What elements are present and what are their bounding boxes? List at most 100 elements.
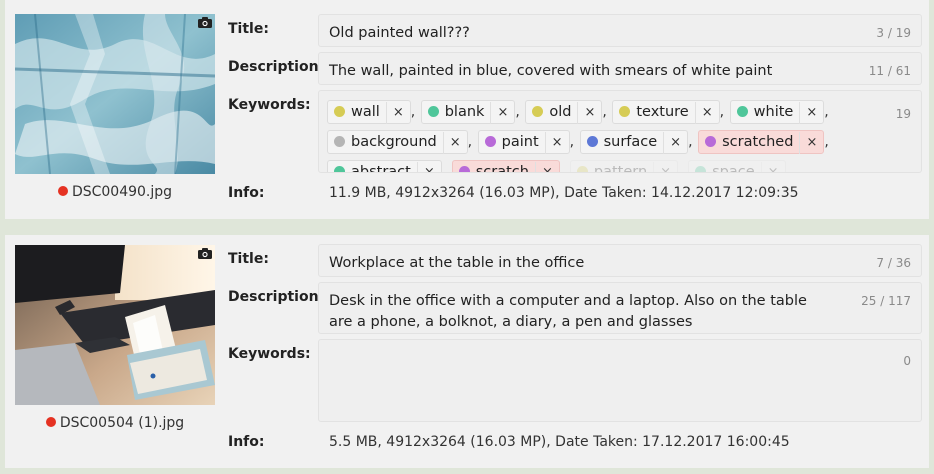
keyword-chip[interactable]: paint × — [477, 130, 570, 154]
keyword-separator: , — [515, 104, 520, 120]
keywords-label: Keywords: — [228, 97, 311, 113]
keyword-separator: , — [569, 134, 575, 150]
remove-keyword-icon[interactable]: × — [490, 102, 514, 124]
keyword-separator: , — [559, 164, 565, 173]
description-input[interactable]: Desk in the office with a computer and a… — [329, 291, 829, 333]
keyword-text: white — [753, 104, 794, 120]
description-char-count: 25 / 117 — [861, 294, 911, 308]
keyword-color-dot — [334, 166, 345, 172]
keyword-chip[interactable]: texture × — [612, 100, 720, 124]
keyword-color-dot — [484, 136, 496, 147]
keyword-text: paint — [501, 134, 539, 150]
remove-keyword-icon[interactable]: × — [544, 132, 569, 154]
remove-keyword-icon[interactable]: × — [534, 162, 559, 172]
keyword-chip[interactable]: blank × — [420, 100, 516, 124]
remove-keyword-icon[interactable]: × — [577, 102, 601, 124]
keyword-chip[interactable]: abstract × — [327, 160, 442, 173]
keyword-separator: , — [441, 164, 447, 173]
remove-keyword-icon[interactable]: × — [799, 132, 823, 154]
description-label: Description: — [228, 59, 325, 75]
status-dot — [45, 417, 56, 427]
keyword-separator: , — [678, 164, 683, 173]
info-label: Info: — [228, 185, 265, 201]
keywords-field[interactable]: 0 — [318, 339, 922, 422]
title-input[interactable]: Old painted wall??? — [329, 23, 829, 44]
remove-keyword-icon[interactable]: × — [653, 162, 677, 172]
keyword-list: wall ×, blank ×, old ×, texture ×, white × ,backgr… — [327, 98, 887, 173]
keyword-separator: , — [688, 134, 693, 150]
keyword-text: scratch — [475, 164, 529, 173]
description-input[interactable]: The wall, painted in blue, covered with … — [329, 61, 829, 82]
keyword-color-dot — [334, 136, 345, 147]
keyword-text: background — [351, 134, 437, 150]
office-desk-photo — [15, 245, 215, 405]
keyword-chip[interactable]: scratch × — [451, 160, 560, 173]
remove-keyword-icon[interactable]: × — [799, 102, 823, 124]
info-label: Info: — [228, 434, 265, 450]
keyword-chip[interactable]: space × — [688, 160, 786, 173]
status-dot — [57, 186, 68, 196]
camera-icon — [198, 17, 212, 28]
thumbnail-image[interactable] — [15, 14, 215, 174]
keyword-text: blank — [444, 104, 485, 120]
filename-label: DSC00504 (1).jpg — [5, 415, 225, 431]
keyword-chip[interactable]: white × — [729, 100, 825, 124]
keywords-label: Keywords: — [228, 346, 311, 362]
description-char-count: 11 / 61 — [868, 64, 911, 78]
keyword-color-dot — [705, 136, 717, 147]
keyword-color-dot — [619, 106, 631, 117]
keyword-chip[interactable]: scratched × — [698, 130, 825, 154]
keyword-color-dot — [458, 166, 470, 172]
keyword-color-dot — [695, 166, 707, 172]
description-label: Description: — [228, 289, 325, 305]
thumbnail-image[interactable] — [15, 245, 215, 405]
keyword-chip[interactable]: wall × — [327, 100, 411, 124]
keywords-count: 19 — [895, 107, 911, 121]
remove-keyword-icon[interactable]: × — [385, 102, 410, 124]
info-text: 5.5 MB, 4912x3264 (16.03 MP), Date Taken… — [329, 434, 790, 450]
keywords-field[interactable]: wall ×, blank ×, old ×, texture ×, white × ,backgr… — [318, 90, 922, 173]
keyword-separator: , — [785, 164, 790, 173]
keyword-color-dot — [576, 166, 588, 172]
keyword-separator: , — [410, 104, 416, 120]
title-char-count: 3 / 19 — [876, 26, 911, 40]
remove-keyword-icon[interactable]: × — [442, 132, 467, 154]
remove-keyword-icon[interactable]: × — [760, 162, 785, 172]
title-field[interactable]: Old painted wall??? 3 / 19 — [318, 14, 922, 47]
keyword-color-dot — [334, 106, 345, 117]
keyword-chip[interactable]: pattern × — [569, 160, 679, 173]
info-text: 11.9 MB, 4912x3264 (16.03 MP), Date Take… — [329, 185, 799, 201]
keyword-chip[interactable]: surface × — [579, 130, 689, 154]
title-label: Title: — [228, 251, 269, 267]
keyword-color-dot — [427, 106, 439, 117]
title-input[interactable]: Workplace at the table in the office — [329, 253, 829, 274]
camera-icon — [198, 248, 212, 259]
remove-keyword-icon[interactable]: × — [694, 102, 719, 124]
remove-keyword-icon[interactable]: × — [416, 162, 441, 172]
keyword-chip[interactable]: background × — [327, 130, 468, 154]
image-card: DSC00490.jpg Title: Old painted wall??? … — [5, 0, 929, 219]
keyword-separator: , — [467, 134, 473, 150]
keyword-color-dot — [532, 106, 544, 117]
keyword-separator: , — [719, 104, 725, 120]
keyword-text: old — [549, 104, 572, 120]
keyword-text: scratched — [722, 134, 794, 150]
keyword-separator: , — [824, 104, 829, 120]
description-field[interactable]: The wall, painted in blue, covered with … — [318, 52, 922, 85]
keyword-text: space — [712, 164, 755, 173]
keywords-count: 0 — [903, 354, 911, 368]
description-field[interactable]: Desk in the office with a computer and a… — [318, 282, 922, 334]
keyword-separator: , — [824, 134, 829, 150]
keyword-text: texture — [636, 104, 689, 120]
keyword-chip[interactable]: old × — [525, 100, 603, 124]
keyword-color-dot — [586, 136, 598, 147]
keyword-color-dot — [736, 106, 748, 117]
filename-label: DSC00490.jpg — [5, 184, 225, 200]
keyword-text: pattern — [593, 164, 648, 173]
title-label: Title: — [228, 21, 269, 37]
keyword-separator: , — [602, 104, 607, 120]
keyword-text: abstract — [351, 164, 411, 173]
remove-keyword-icon[interactable]: × — [663, 132, 687, 154]
title-field[interactable]: Workplace at the table in the office 7 /… — [318, 244, 922, 277]
keyword-text: surface — [603, 134, 658, 150]
